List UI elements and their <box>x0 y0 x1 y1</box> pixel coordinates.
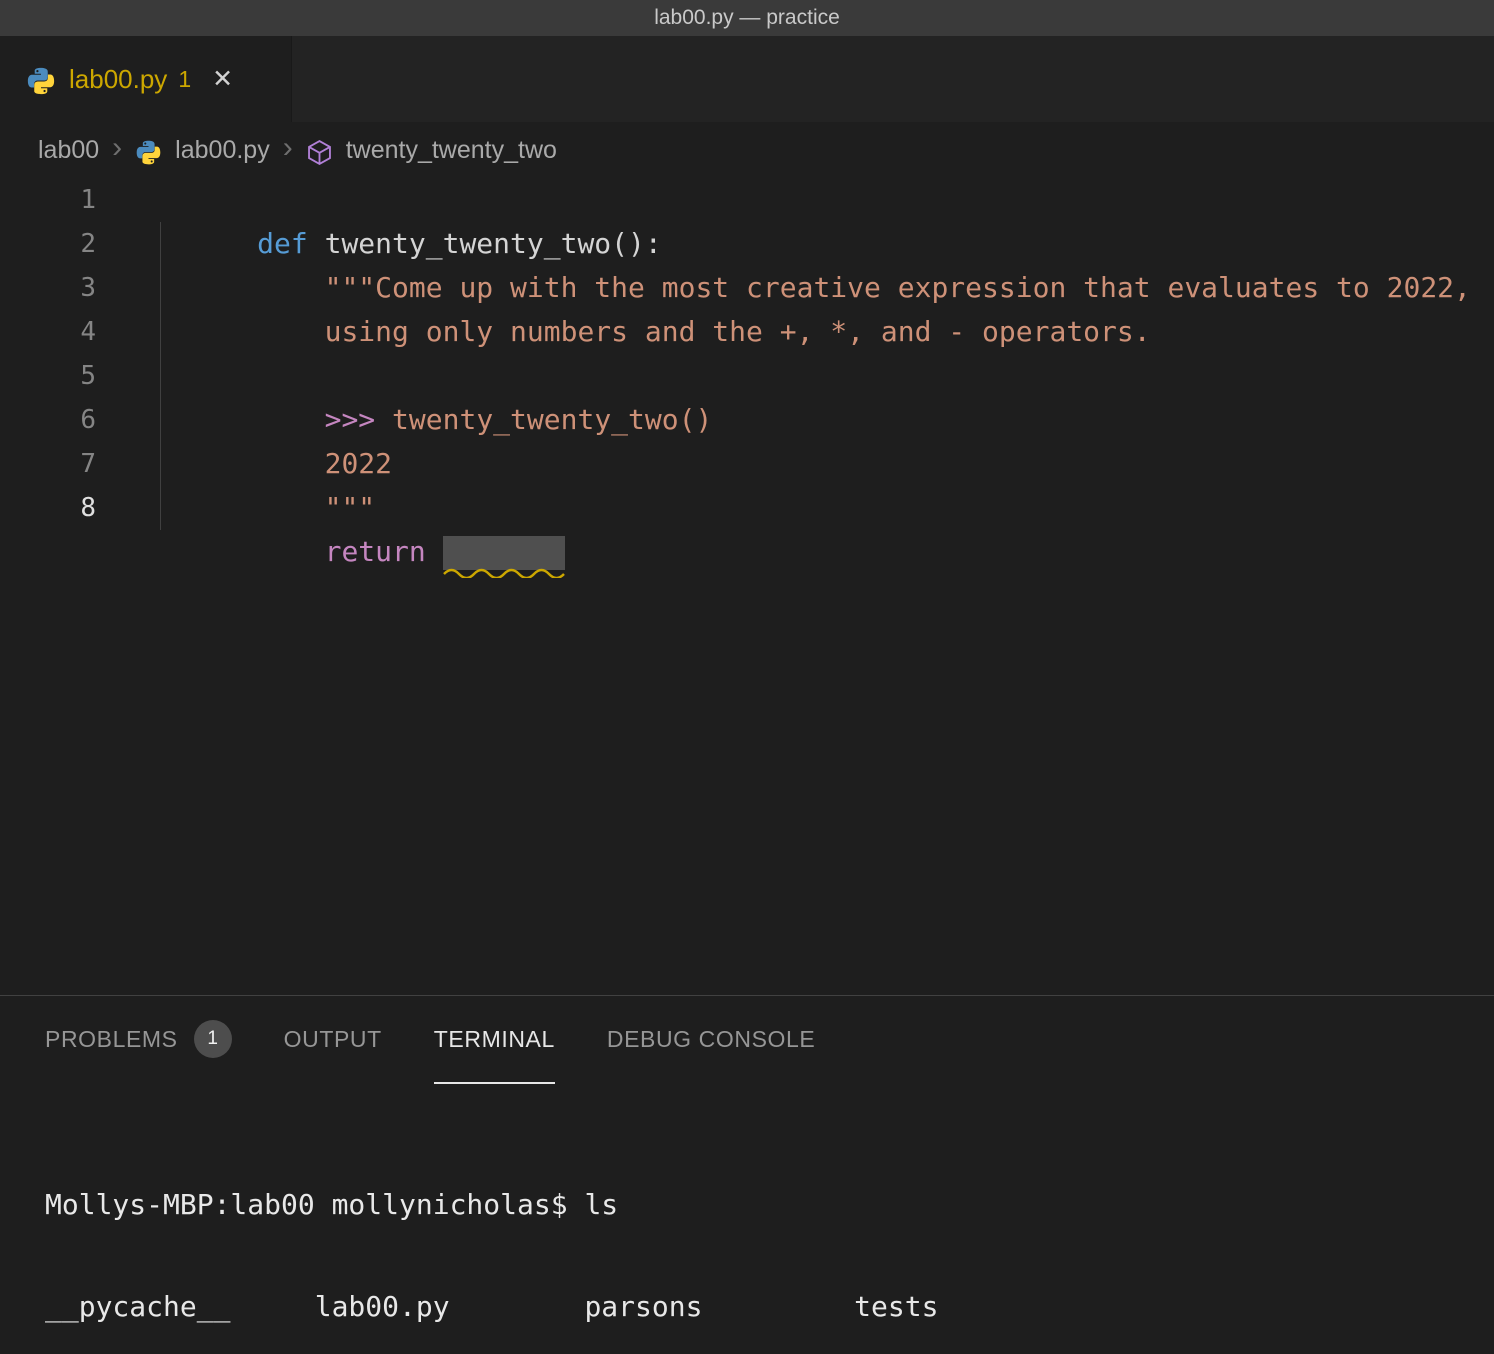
tab-terminal[interactable]: TERMINAL <box>434 996 555 1084</box>
line-number-active: 8 <box>0 486 96 530</box>
code-line-5[interactable]: 5 >>> twenty_twenty_two() <box>0 354 1494 398</box>
code-token <box>426 535 443 568</box>
tab-problems[interactable]: PROBLEMS 1 <box>45 996 232 1084</box>
window-title: lab00.py — practice <box>654 6 840 30</box>
tab-filename: lab00.py <box>69 64 167 95</box>
bottom-panel: PROBLEMS 1 OUTPUT TERMINAL DEBUG CONSOLE… <box>0 995 1494 1354</box>
panel-tab-bar: PROBLEMS 1 OUTPUT TERMINAL DEBUG CONSOLE <box>0 996 1494 1084</box>
line-number: 3 <box>0 266 96 310</box>
line-number: 1 <box>0 178 96 222</box>
breadcrumb-file[interactable]: lab00.py <box>175 136 270 165</box>
tab-lab00py[interactable]: lab00.py 1 ✕ <box>0 36 292 122</box>
terminal[interactable]: Mollys-MBP:lab00 mollynicholas$ ls __pyc… <box>0 1084 1494 1354</box>
python-icon <box>26 66 56 96</box>
code-editor[interactable]: 1def twenty_twenty_two(): 2 """Come up w… <box>0 178 1494 995</box>
code-token <box>257 535 324 568</box>
breadcrumb-symbol[interactable]: twenty_twenty_two <box>346 136 557 165</box>
tab-debug-console-label: DEBUG CONSOLE <box>607 1026 815 1053</box>
tab-output[interactable]: OUTPUT <box>284 996 382 1084</box>
chevron-right-icon: › <box>283 133 293 163</box>
code-line-1[interactable]: 1def twenty_twenty_two(): <box>0 178 1494 222</box>
line-number: 6 <box>0 398 96 442</box>
code-token: return <box>325 535 426 568</box>
terminal-line: __pycache__ lab00.py parsons tests <box>45 1290 1494 1324</box>
tab-bar: lab00.py 1 ✕ <box>0 36 1494 122</box>
tab-terminal-label: TERMINAL <box>434 1026 555 1053</box>
code-line-7[interactable]: 7 """ <box>0 442 1494 486</box>
trailing-whitespace-highlight <box>443 536 565 570</box>
symbol-method-icon <box>306 139 333 166</box>
code-line-2[interactable]: 2 """Come up with the most creative expr… <box>0 222 1494 266</box>
breadcrumb: lab00 › lab00.py › twenty_twenty_two <box>0 122 1494 178</box>
chevron-right-icon: › <box>112 133 122 163</box>
code-line-6[interactable]: 6 2022 <box>0 398 1494 442</box>
close-icon[interactable]: ✕ <box>212 64 233 94</box>
python-icon <box>135 139 162 166</box>
code-line-3[interactable]: 3 using only numbers and the +, *, and -… <box>0 266 1494 310</box>
line-number: 7 <box>0 442 96 486</box>
title-bar: lab00.py — practice <box>0 0 1494 36</box>
terminal-line: Mollys-MBP:lab00 mollynicholas$ ls <box>45 1188 1494 1222</box>
vscode-window: lab00.py — practice lab00.py 1 ✕ lab00 ›… <box>0 0 1494 1354</box>
code-line-4[interactable]: 4 <box>0 310 1494 354</box>
line-number: 5 <box>0 354 96 398</box>
breadcrumb-folder[interactable]: lab00 <box>38 136 99 165</box>
line-number: 4 <box>0 310 96 354</box>
tab-problems-label: PROBLEMS <box>45 1026 178 1053</box>
tab-debug-console[interactable]: DEBUG CONSOLE <box>607 996 815 1084</box>
tab-output-label: OUTPUT <box>284 1026 382 1053</box>
problems-count-badge: 1 <box>194 1020 232 1058</box>
tab-problems-count: 1 <box>178 66 191 93</box>
line-number: 2 <box>0 222 96 266</box>
code-line-8[interactable]: 8 return <box>0 486 1494 530</box>
warning-squiggle-icon <box>443 568 565 578</box>
